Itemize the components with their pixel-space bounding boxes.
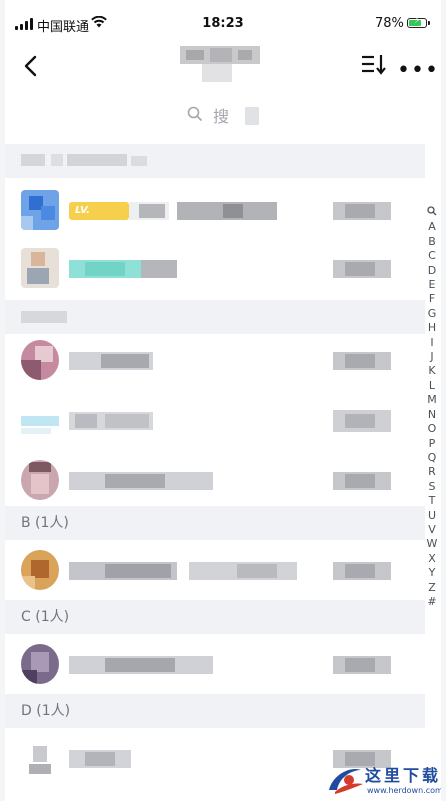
battery-icon: ⚡ [407, 16, 430, 28]
nav-bar: ••• [5, 46, 441, 86]
sort-icon[interactable] [361, 52, 387, 76]
index-letter[interactable]: R [428, 465, 436, 479]
more-icon[interactable]: ••• [397, 58, 439, 83]
index-letter[interactable]: U [428, 509, 436, 523]
watermark-url: www.herdown.com [367, 786, 441, 795]
section-header-c: C (1人) [5, 600, 425, 634]
index-letter[interactable]: E [429, 278, 436, 292]
alphabet-index[interactable]: A B C D E F G H I J K L M N O P Q R S T U V W X Y Z # [423, 206, 441, 609]
index-letter[interactable]: G [428, 307, 437, 321]
avatar [21, 190, 59, 230]
index-letter[interactable]: J [430, 350, 433, 364]
index-letter[interactable]: Y [429, 566, 436, 580]
avatar [21, 460, 59, 500]
index-letter[interactable]: W [427, 537, 438, 551]
list-item[interactable] [5, 390, 425, 450]
battery-percent: 78% [375, 16, 404, 31]
section-header-d: D (1人) [5, 694, 425, 728]
list-item[interactable] [5, 634, 425, 694]
index-letter[interactable]: Z [428, 581, 436, 595]
index-letter[interactable]: I [430, 336, 433, 350]
list-item[interactable] [5, 238, 425, 298]
index-letter[interactable]: A [428, 220, 436, 234]
avatar [21, 550, 59, 590]
index-letter[interactable]: S [429, 480, 436, 494]
row-meta-redacted [333, 472, 391, 490]
watermark-text: 这里下载 [365, 766, 441, 785]
index-letter[interactable]: F [429, 292, 435, 306]
section-header [5, 144, 425, 178]
index-letter[interactable]: D [428, 264, 436, 278]
row-meta-redacted [333, 656, 391, 674]
index-letter[interactable]: O [428, 422, 437, 436]
row-meta-redacted [333, 352, 391, 370]
search-icon [187, 106, 203, 126]
index-letter[interactable]: V [428, 523, 436, 537]
index-letter[interactable]: N [428, 408, 436, 422]
page-title-redacted [180, 46, 260, 84]
index-search-icon[interactable] [427, 206, 437, 220]
list-item[interactable]: LV. [5, 180, 425, 240]
avatar [21, 400, 59, 440]
index-letter[interactable]: # [427, 595, 436, 609]
index-letter[interactable]: K [428, 364, 435, 378]
screen: 中国联通 18:23 78% ⚡ ••• 搜 LV. B (1人) C (1人)… [5, 0, 441, 801]
row-meta-redacted [333, 562, 391, 580]
section-header-b: B (1人) [5, 506, 425, 540]
index-letter[interactable]: H [428, 321, 436, 335]
row-meta-redacted [333, 410, 391, 432]
index-letter[interactable]: X [428, 552, 436, 566]
avatar [21, 738, 59, 778]
level-badge: LV. [69, 202, 129, 220]
index-letter[interactable]: L [429, 379, 435, 393]
list-item[interactable] [5, 450, 425, 510]
avatar [21, 248, 59, 288]
index-letter[interactable]: M [427, 393, 437, 407]
list-item[interactable] [5, 540, 425, 600]
list-item[interactable] [5, 330, 425, 390]
chevron-left-icon[interactable] [21, 54, 43, 78]
avatar [21, 644, 59, 684]
section-header [5, 300, 425, 334]
row-meta-redacted [333, 260, 391, 278]
status-bar: 中国联通 18:23 78% ⚡ [5, 0, 441, 46]
index-letter[interactable]: C [428, 249, 436, 263]
watermark-swirl-icon [329, 768, 363, 794]
index-letter[interactable]: T [429, 494, 436, 508]
index-letter[interactable]: Q [428, 451, 437, 465]
index-letter[interactable]: P [429, 437, 436, 451]
search-bar[interactable] [5, 96, 441, 136]
avatar [21, 340, 59, 380]
index-letter[interactable]: B [428, 235, 436, 249]
row-meta-redacted [333, 202, 391, 220]
watermark-logo: 这里下载 www.herdown.com [325, 760, 441, 800]
